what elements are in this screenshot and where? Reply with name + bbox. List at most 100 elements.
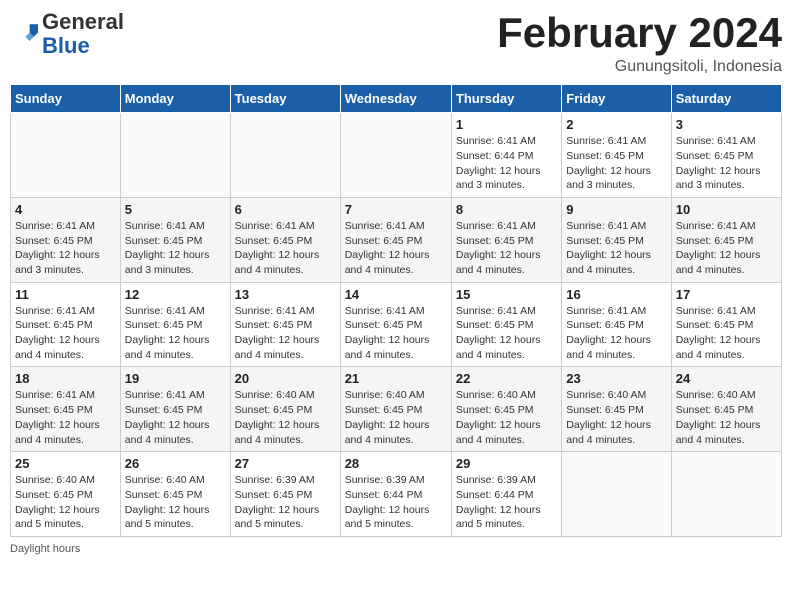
location: Gunungsitoli, Indonesia <box>497 58 782 76</box>
calendar-cell: 1Sunrise: 6:41 AMSunset: 6:44 PMDaylight… <box>451 113 561 198</box>
day-number: 1 <box>456 117 557 132</box>
generalblue-logo-icon <box>10 20 38 48</box>
page-header: General Blue February 2024 Gunungsitoli,… <box>10 10 782 76</box>
day-info: Sunrise: 6:41 AMSunset: 6:45 PMDaylight:… <box>345 219 447 278</box>
calendar-cell <box>120 113 230 198</box>
day-number: 24 <box>676 371 777 386</box>
calendar-cell: 16 Sunrise: 6:41 AMSunset: 6:45 PMDayligh… <box>562 282 671 367</box>
calendar-cell: 26 Sunrise: 6:40 AMSunset: 6:45 PMDayligh… <box>120 452 230 537</box>
day-number: 29 <box>456 456 557 471</box>
calendar-cell: 29 Sunrise: 6:39 AMSunset: 6:44 PMDayligh… <box>451 452 561 537</box>
day-info: Sunrise: 6:39 AMSunset: 6:45 PMDaylight:… <box>235 473 336 532</box>
calendar-cell: 27 Sunrise: 6:39 AMSunset: 6:45 PMDayligh… <box>230 452 340 537</box>
calendar-cell: 12 Sunrise: 6:41 AMSunset: 6:45 PMDayligh… <box>120 282 230 367</box>
footer-note: Daylight hours <box>10 543 782 555</box>
daylight-hours-label: Daylight hours <box>10 543 80 555</box>
day-number: 8 <box>456 202 557 217</box>
day-info: Sunrise: 6:41 AMSunset: 6:45 PMDaylight:… <box>15 219 116 278</box>
calendar-cell: 14 Sunrise: 6:41 AMSunset: 6:45 PMDayligh… <box>340 282 451 367</box>
day-info: Sunrise: 6:40 AMSunset: 6:45 PMDaylight:… <box>235 388 336 447</box>
day-info: Sunrise: 6:41 AMSunset: 6:45 PMDaylight:… <box>15 304 116 363</box>
day-info: Sunrise: 6:41 AMSunset: 6:45 PMDaylight:… <box>125 304 226 363</box>
day-number: 9 <box>566 202 666 217</box>
title-block: February 2024 Gunungsitoli, Indonesia <box>497 10 782 76</box>
logo-blue: Blue <box>42 33 90 58</box>
day-info: Sunrise: 6:41 AMSunset: 6:45 PMDaylight:… <box>676 219 777 278</box>
calendar-cell: 10 Sunrise: 6:41 AMSunset: 6:45 PMDayligh… <box>671 197 781 282</box>
day-number: 25 <box>15 456 116 471</box>
calendar-week-row: 4 Sunrise: 6:41 AMSunset: 6:45 PMDaylight… <box>11 197 782 282</box>
day-number: 23 <box>566 371 666 386</box>
calendar-cell: 21Sunrise: 6:40 AMSunset: 6:45 PMDayligh… <box>340 367 451 452</box>
day-number: 2 <box>566 117 666 132</box>
calendar-cell: 25 Sunrise: 6:40 AMSunset: 6:45 PMDayligh… <box>11 452 121 537</box>
day-info: Sunrise: 6:39 AMSunset: 6:44 PMDaylight:… <box>456 473 557 532</box>
calendar-week-row: 25 Sunrise: 6:40 AMSunset: 6:45 PMDayligh… <box>11 452 782 537</box>
day-info: Sunrise: 6:41 AMSunset: 6:45 PMDaylight:… <box>235 304 336 363</box>
calendar-cell: 9 Sunrise: 6:41 AMSunset: 6:45 PMDaylight… <box>562 197 671 282</box>
day-number: 10 <box>676 202 777 217</box>
calendar-week-row: 1Sunrise: 6:41 AMSunset: 6:44 PMDaylight… <box>11 113 782 198</box>
day-info: Sunrise: 6:40 AMSunset: 6:45 PMDaylight:… <box>676 388 777 447</box>
day-info: Sunrise: 6:41 AMSunset: 6:45 PMDaylight:… <box>566 219 666 278</box>
day-info: Sunrise: 6:41 AMSunset: 6:45 PMDaylight:… <box>566 134 666 193</box>
day-info: Sunrise: 6:41 AMSunset: 6:45 PMDaylight:… <box>345 304 447 363</box>
calendar-cell: 6 Sunrise: 6:41 AMSunset: 6:45 PMDaylight… <box>230 197 340 282</box>
calendar-cell: 24 Sunrise: 6:40 AMSunset: 6:45 PMDayligh… <box>671 367 781 452</box>
calendar-header-row: SundayMondayTuesdayWednesdayThursdayFrid… <box>11 85 782 113</box>
calendar-cell: 22Sunrise: 6:40 AMSunset: 6:45 PMDayligh… <box>451 367 561 452</box>
day-info: Sunrise: 6:40 AMSunset: 6:45 PMDaylight:… <box>15 473 116 532</box>
calendar-cell: 3 Sunrise: 6:41 AMSunset: 6:45 PMDaylight… <box>671 113 781 198</box>
day-number: 13 <box>235 287 336 302</box>
day-number: 21 <box>345 371 447 386</box>
day-number: 15 <box>456 287 557 302</box>
day-info: Sunrise: 6:41 AMSunset: 6:45 PMDaylight:… <box>15 388 116 447</box>
calendar-cell: 23 Sunrise: 6:40 AMSunset: 6:45 PMDayligh… <box>562 367 671 452</box>
day-info: Sunrise: 6:41 AMSunset: 6:45 PMDaylight:… <box>125 388 226 447</box>
calendar-cell <box>340 113 451 198</box>
calendar-weekday-saturday: Saturday <box>671 85 781 113</box>
day-number: 3 <box>676 117 777 132</box>
day-number: 27 <box>235 456 336 471</box>
day-info: Sunrise: 6:41 AMSunset: 6:45 PMDaylight:… <box>676 304 777 363</box>
day-number: 11 <box>15 287 116 302</box>
day-number: 14 <box>345 287 447 302</box>
calendar-weekday-thursday: Thursday <box>451 85 561 113</box>
calendar-cell: 8 Sunrise: 6:41 AMSunset: 6:45 PMDaylight… <box>451 197 561 282</box>
calendar-cell <box>230 113 340 198</box>
day-number: 5 <box>125 202 226 217</box>
day-number: 26 <box>125 456 226 471</box>
calendar-cell: 19 Sunrise: 6:41 AMSunset: 6:45 PMDayligh… <box>120 367 230 452</box>
day-number: 20 <box>235 371 336 386</box>
day-info: Sunrise: 6:41 AMSunset: 6:45 PMDaylight:… <box>456 304 557 363</box>
day-info: Sunrise: 6:39 AMSunset: 6:44 PMDaylight:… <box>345 473 447 532</box>
calendar-cell: 20 Sunrise: 6:40 AMSunset: 6:45 PMDayligh… <box>230 367 340 452</box>
calendar-week-row: 11 Sunrise: 6:41 AMSunset: 6:45 PMDayligh… <box>11 282 782 367</box>
calendar-weekday-tuesday: Tuesday <box>230 85 340 113</box>
calendar-cell: 11 Sunrise: 6:41 AMSunset: 6:45 PMDayligh… <box>11 282 121 367</box>
calendar-cell: 13 Sunrise: 6:41 AMSunset: 6:45 PMDayligh… <box>230 282 340 367</box>
calendar-cell: 2 Sunrise: 6:41 AMSunset: 6:45 PMDaylight… <box>562 113 671 198</box>
day-number: 19 <box>125 371 226 386</box>
calendar-cell: 4 Sunrise: 6:41 AMSunset: 6:45 PMDaylight… <box>11 197 121 282</box>
day-number: 28 <box>345 456 447 471</box>
day-number: 6 <box>235 202 336 217</box>
calendar-cell: 5Sunrise: 6:41 AMSunset: 6:45 PMDaylight… <box>120 197 230 282</box>
day-info: Sunrise: 6:40 AMSunset: 6:45 PMDaylight:… <box>125 473 226 532</box>
day-number: 4 <box>15 202 116 217</box>
day-info: Sunrise: 6:41 AMSunset: 6:45 PMDaylight:… <box>676 134 777 193</box>
day-number: 16 <box>566 287 666 302</box>
day-info: Sunrise: 6:40 AMSunset: 6:45 PMDaylight:… <box>566 388 666 447</box>
day-info: Sunrise: 6:41 AMSunset: 6:45 PMDaylight:… <box>235 219 336 278</box>
day-number: 12 <box>125 287 226 302</box>
calendar-cell <box>562 452 671 537</box>
day-info: Sunrise: 6:41 AMSunset: 6:45 PMDaylight:… <box>456 219 557 278</box>
calendar-cell: 7Sunrise: 6:41 AMSunset: 6:45 PMDaylight… <box>340 197 451 282</box>
month-title: February 2024 <box>497 10 782 56</box>
day-info: Sunrise: 6:41 AMSunset: 6:45 PMDaylight:… <box>566 304 666 363</box>
calendar-weekday-monday: Monday <box>120 85 230 113</box>
calendar-cell <box>671 452 781 537</box>
logo-text: General Blue <box>42 10 124 58</box>
calendar-weekday-sunday: Sunday <box>11 85 121 113</box>
calendar-cell: 17Sunrise: 6:41 AMSunset: 6:45 PMDayligh… <box>671 282 781 367</box>
